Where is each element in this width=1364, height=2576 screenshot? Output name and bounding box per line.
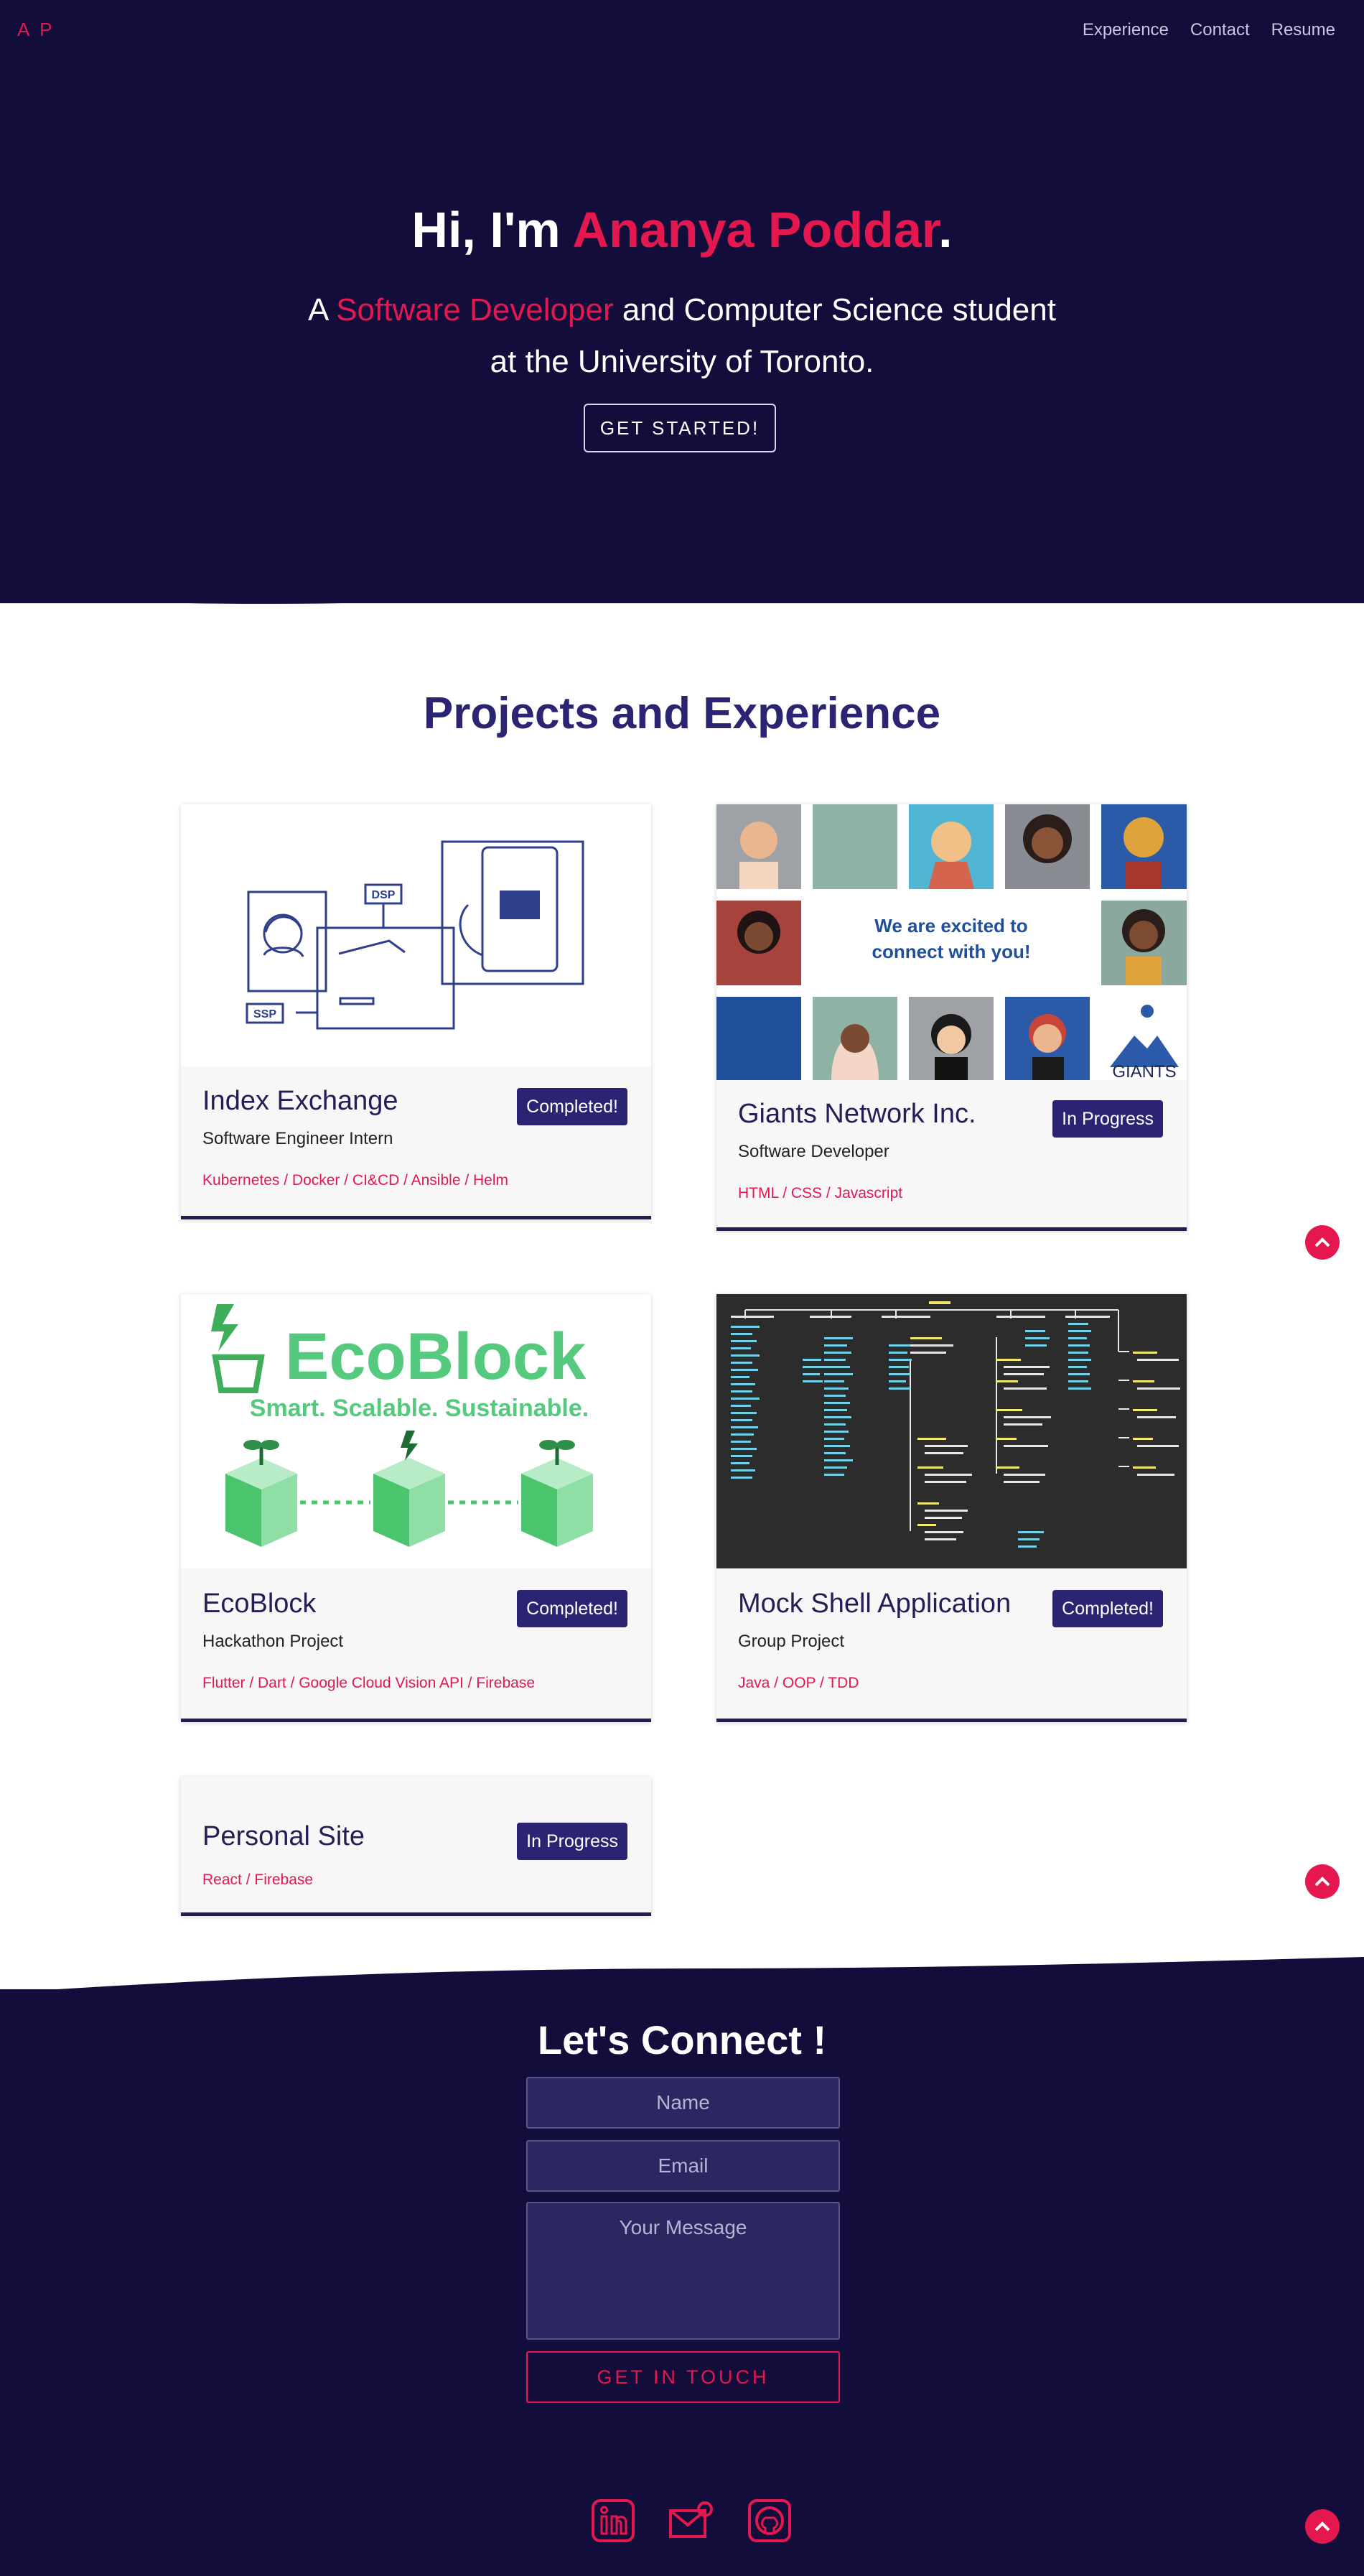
linkedin-link[interactable] [590,2498,636,2544]
card-title: Mock Shell Application [738,1589,1012,1619]
ssp-label: SSP [253,1008,276,1020]
site-logo[interactable]: A P [17,19,55,41]
card-tags: Java / OOP / TDD [738,1675,859,1691]
giants-image-text-1: We are excited to [874,915,1027,936]
card-tags: Kubernetes / Docker / CI&CD / Ansible / … [202,1172,508,1189]
hero-title: Hi, I'm Ananya Poddar. [0,201,1364,259]
project-card-mock-shell[interactable]: Mock Shell Application Completed! Group … [716,1294,1187,1722]
scroll-top-button[interactable] [1305,2509,1340,2544]
hero-wave-divider [0,567,1364,604]
project-card-giants-network[interactable]: We are excited to connect with you! GIAN… [716,804,1187,1231]
hero-name: Ananya Poddar [572,202,939,258]
mail-icon [669,2501,713,2538]
hero-sub-rest-1: and Computer Science student [613,292,1056,327]
github-link[interactable] [747,2498,793,2544]
github-icon [748,2499,791,2542]
scroll-top-button[interactable] [1305,1225,1340,1260]
mock-shell-diagram-image [716,1294,1187,1568]
card-title: Giants Network Inc. [738,1099,976,1129]
giants-network-image: We are excited to connect with you! GIAN… [716,804,1187,1080]
nav-links: Experience Contact Resume [1083,20,1335,40]
chevron-up-icon [1314,1237,1330,1247]
projects-title: Projects and Experience [423,689,941,738]
name-field[interactable]: Name [526,2077,840,2129]
project-card-ecoblock[interactable]: EcoBlock Smart. Scalable. Sustainable. E… [181,1294,651,1722]
email-link[interactable] [668,2498,714,2544]
card-role: Software Developer [738,1142,889,1161]
ecoblock-image: EcoBlock Smart. Scalable. Sustainable. [181,1294,651,1568]
status-badge: Completed! [1052,1590,1163,1627]
card-tags: React / Firebase [202,1871,314,1888]
hero-sub-rest-2: at the University of Toronto. [490,344,874,379]
hero-role: Software Developer [336,292,614,327]
dsp-label: DSP [372,889,396,901]
card-tags: HTML / CSS / Javascript [738,1185,903,1201]
chevron-up-icon [1314,2521,1330,2531]
card-role: Group Project [738,1632,845,1651]
card-role: Hackathon Project [202,1632,344,1651]
status-badge: Completed! [517,1088,627,1125]
nav-link-contact[interactable]: Contact [1190,20,1250,40]
hero-sub-prefix: A [308,292,337,327]
project-card-index-exchange[interactable]: DSP SSP Index Exchange Completed! Softwa… [181,804,651,1219]
giants-logo-text: GIANTS [1112,1062,1176,1080]
scroll-top-button[interactable] [1305,1864,1340,1899]
get-started-button[interactable]: GET STARTED! [584,404,776,452]
index-exchange-illustration: DSP SSP [181,804,651,1066]
project-card-personal-site[interactable]: Personal Site In Progress React / Fireba… [181,1777,651,1916]
nav-link-resume[interactable]: Resume [1271,20,1335,40]
status-badge: In Progress [1052,1100,1163,1138]
card-role: Software Engineer Intern [202,1129,393,1148]
hero-greeting: Hi, I'm [411,202,573,258]
status-badge: Completed! [517,1590,627,1627]
chevron-up-icon [1314,1877,1330,1887]
nav-link-experience[interactable]: Experience [1083,20,1169,40]
card-title: Personal Site [202,1821,365,1851]
card-title: EcoBlock [202,1589,317,1619]
ecoblock-logo-text: EcoBlock [285,1320,587,1393]
hero-subtitle: A Software Developer and Computer Scienc… [251,284,1113,388]
email-field[interactable]: Email [526,2140,840,2192]
message-field[interactable]: Your Message [526,2202,840,2340]
giants-image-text-2: connect with you! [872,941,1031,962]
ecoblock-tagline: Smart. Scalable. Sustainable. [250,1395,589,1422]
linkedin-icon [592,2499,635,2542]
connect-title: Let's Connect ! [537,2017,827,2063]
status-badge: In Progress [517,1823,627,1860]
card-title: Index Exchange [202,1086,398,1116]
hero-name-end: . [938,202,953,258]
get-in-touch-button[interactable]: GET IN TOUCH [526,2351,840,2403]
top-nav: A P Experience Contact Resume [0,0,1364,65]
card-tags: Flutter / Dart / Google Cloud Vision API… [202,1675,535,1691]
